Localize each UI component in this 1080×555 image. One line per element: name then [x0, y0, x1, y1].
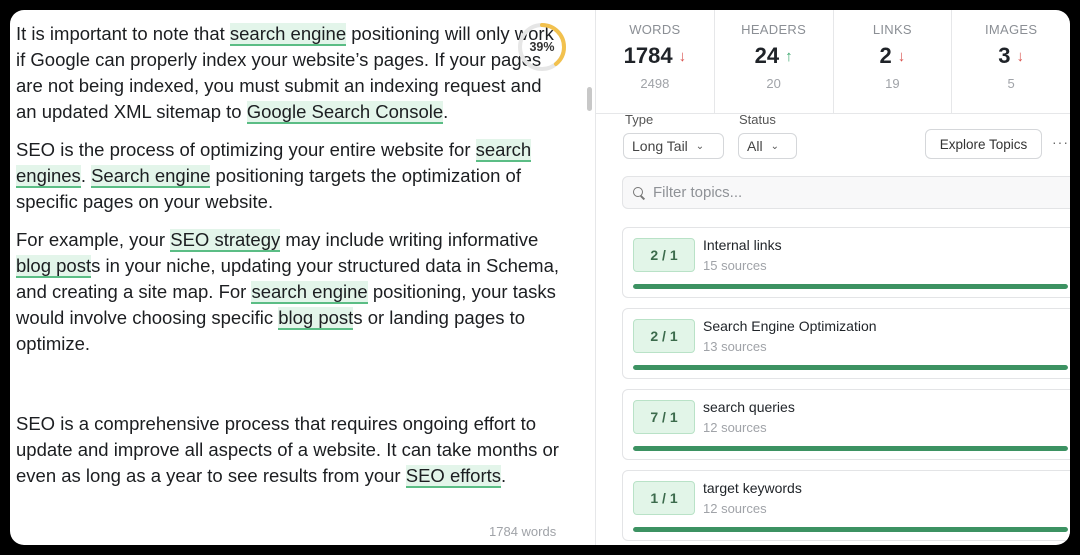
paragraph-2[interactable]: SEO is the process of optimizing your en… [16, 137, 563, 215]
explore-topics-button[interactable]: Explore Topics [925, 129, 1042, 159]
topic-sources: 12 sources [703, 420, 767, 435]
keyword-highlight[interactable]: search engine [251, 281, 368, 304]
keyword-highlight[interactable]: Google Search Console [246, 101, 444, 124]
keyword-highlight[interactable]: blog post [16, 255, 92, 278]
text-editor[interactable]: It is important to note that search engi… [10, 10, 595, 545]
topic-name: Search Engine Optimization [703, 318, 877, 334]
keyword-highlight[interactable]: SEO strategy [170, 229, 281, 252]
topic-sources: 12 sources [703, 501, 767, 516]
topic-count-badge: 2 / 1 [633, 319, 695, 353]
stat-value: 24 [754, 43, 780, 68]
topic-sources: 13 sources [703, 339, 767, 354]
stat-value: 1784 [623, 43, 673, 68]
filter-topics-input[interactable]: Filter topics... [622, 176, 1070, 209]
topic-count-badge: 1 / 1 [633, 481, 695, 515]
filter-placeholder: Filter topics... [653, 184, 743, 201]
stat-links: LINKS 2 ↓ 19 [834, 10, 953, 113]
arrow-down-icon: ↓ [897, 47, 906, 65]
stat-target: 20 [766, 76, 781, 91]
topic-name: Internal links [703, 237, 782, 253]
progress-fill [633, 365, 1068, 370]
stat-images: IMAGES 3 ↓ 5 [952, 10, 1070, 113]
topic-progress-bar [633, 365, 1068, 370]
topic-sources: 15 sources [703, 258, 767, 273]
stat-label: WORDS [629, 22, 681, 37]
search-icon [633, 186, 645, 199]
topic-progress-bar [633, 527, 1068, 532]
chevron-down-icon: ⌄ [770, 140, 779, 152]
topic-progress-bar [633, 284, 1068, 289]
stat-value: 2 [879, 43, 892, 68]
stat-headers: HEADERS 24 ↑ 20 [715, 10, 834, 113]
stat-label: HEADERS [741, 22, 807, 37]
topic-card[interactable]: 7 / 1 search queries 12 sources [622, 389, 1070, 460]
stat-target: 5 [1007, 76, 1015, 91]
stat-target: 2498 [640, 76, 670, 91]
type-dropdown[interactable]: Long Tail ⌄ [623, 133, 724, 159]
topic-name: search queries [703, 399, 795, 415]
keyword-highlight[interactable]: search engine [229, 23, 347, 46]
arrow-down-icon: ↓ [678, 47, 687, 65]
keyword-highlight[interactable]: SEO efforts [405, 465, 502, 488]
seo-sidebar: WORDS 1784 ↓ 2498 HEADERS 24 ↑ 20 LINKS … [596, 10, 1070, 545]
stat-value: 3 [998, 43, 1011, 68]
arrow-down-icon: ↓ [1016, 47, 1025, 65]
stat-value-row: 3 ↓ [952, 43, 1070, 69]
topic-card[interactable]: 2 / 1 Internal links 15 sources [622, 227, 1070, 298]
stat-words: WORDS 1784 ↓ 2498 [596, 10, 715, 113]
topic-count-badge: 7 / 1 [633, 400, 695, 434]
word-count: 1784 words [489, 524, 557, 539]
chevron-down-icon: ⌄ [695, 140, 705, 152]
status-filter-label: Status [739, 112, 776, 127]
stat-target: 19 [885, 76, 900, 91]
topic-card[interactable]: 2 / 1 Search Engine Optimization 13 sour… [622, 308, 1070, 379]
more-options-icon[interactable]: ··· [1052, 134, 1069, 150]
editor-scrollbar[interactable] [587, 87, 592, 111]
topic-card[interactable]: 1 / 1 target keywords 12 sources [622, 470, 1070, 541]
stats-bar: WORDS 1784 ↓ 2498 HEADERS 24 ↑ 20 LINKS … [596, 10, 1070, 114]
paragraph-4[interactable]: SEO is a comprehensive process that requ… [16, 411, 563, 489]
topic-progress-bar [633, 446, 1068, 451]
progress-fill [633, 284, 1068, 289]
keyword-highlight[interactable]: Search engine [91, 165, 211, 188]
topic-name: target keywords [703, 480, 802, 496]
stat-value-row: 24 ↑ [715, 43, 833, 69]
arrow-up-icon: ↑ [785, 47, 793, 65]
stat-value-row: 1784 ↓ [596, 43, 714, 69]
score-value: 39% [529, 40, 555, 54]
content-score-gauge: 39% [516, 21, 568, 73]
keyword-highlight[interactable]: blog post [278, 307, 354, 330]
stat-value-row: 2 ↓ [834, 43, 952, 69]
type-dropdown-value: Long Tail [632, 138, 688, 154]
progress-fill [633, 446, 1068, 451]
status-dropdown-value: All [747, 138, 763, 154]
paragraph-3[interactable]: For example, your SEO strategy may inclu… [16, 227, 563, 357]
stat-label: IMAGES [984, 22, 1038, 37]
app-window: It is important to note that search engi… [10, 10, 1070, 545]
status-dropdown[interactable]: All ⌄ [738, 133, 797, 159]
paragraph-1[interactable]: It is important to note that search engi… [16, 21, 563, 125]
stat-label: LINKS [872, 22, 912, 37]
topic-count-badge: 2 / 1 [633, 238, 695, 272]
progress-fill [633, 527, 1068, 532]
type-filter-label: Type [625, 112, 654, 127]
